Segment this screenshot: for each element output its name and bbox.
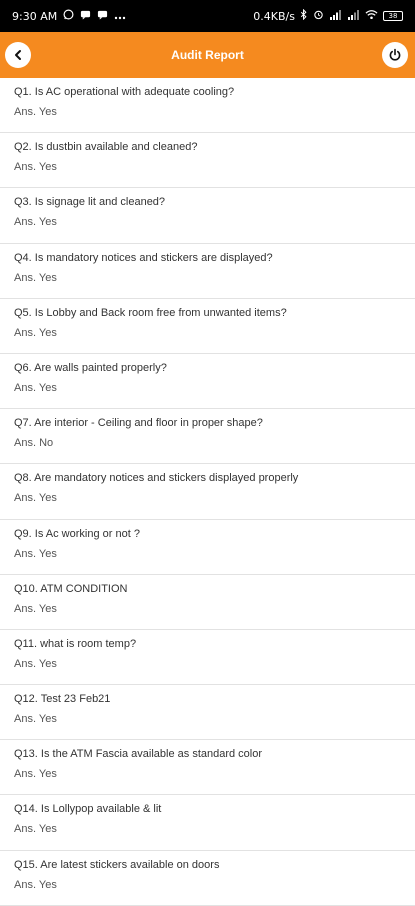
wifi-icon [365,9,378,23]
question-text: Q11. what is room temp? [14,637,137,650]
question-text: Q3. Is signage lit and cleaned? [14,196,166,209]
question-text: Q2. Is dustbin available and cleaned? [14,141,198,154]
answer-text: Ans. Yes [14,216,57,229]
list-item: Q11. what is room temp? Ans. Yes [0,630,415,686]
list-item: Q1. Is AC operational with adequate cool… [0,78,415,134]
back-arrow-icon [15,50,21,60]
list-item: Q10. ATM CONDITION Ans. Yes [0,575,415,630]
app-bar: Audit Report [0,32,415,78]
answer-text: Ans. Yes [14,106,57,118]
question-text: Q10. ATM CONDITION [14,582,128,595]
battery-icon: 38 [383,11,403,21]
question-text: Q4. Is mandatory notices and stickers ar… [14,251,273,264]
question-text: Q15. Are latest stickers available on do… [14,858,220,871]
more-notifications-icon [114,10,126,23]
message-icon-2 [97,9,108,23]
list-item: Q3. Is signage lit and cleaned? Ans. Yes [0,188,415,244]
list-item: Q15. Are latest stickers available on do… [0,851,415,906]
message-icon [80,9,91,23]
list-item: Q9. Is Ac working or not ? Ans. Yes [0,520,415,575]
list-item: Q14. Is Lollypop available & lit Ans. Ye… [0,795,415,851]
answer-text: Ans. Yes [14,768,57,781]
status-bar: 9:30 AM 0.4KB/s 38 [0,0,415,32]
question-text: Q8. Are mandatory notices and stickers d… [14,472,299,485]
answer-text: Ans. Yes [14,657,57,670]
question-text: Q12. Test 23 Feb21 [14,693,111,706]
signal-icon-2 [347,9,360,23]
question-text: Q9. Is Ac working or not ? [14,527,140,540]
alarm-icon [313,9,324,23]
answer-text: Ans. Yes [14,547,57,560]
logout-button[interactable] [382,42,408,68]
status-time: 9:30 AM [12,9,58,23]
list-item: Q2. Is dustbin available and cleaned? An… [0,133,415,189]
answer-text: Ans. Yes [14,326,57,339]
list-item: Q8. Are mandatory notices and stickers d… [0,464,415,520]
answer-text: Ans. Yes [14,713,57,726]
bluetooth-icon [300,8,308,23]
question-text: Q5. Is Lobby and Back room free from unw… [14,306,287,319]
answer-text: Ans. Yes [14,823,57,836]
whatsapp-icon [63,9,74,23]
back-button[interactable] [5,42,31,68]
list-item: Q6. Are walls painted properly? Ans. Yes [0,354,415,410]
page-title: Audit Report [171,48,244,62]
answer-text: Ans. Yes [14,161,57,174]
answer-text: Ans. Yes [14,381,57,394]
answer-text: Ans. Yes [14,602,57,615]
answer-text: Ans. Yes [14,271,57,284]
answer-text: Ans. Yes [14,492,57,505]
question-text: Q14. Is Lollypop available & lit [14,803,162,816]
power-icon [389,48,401,61]
list-item: Q7. Are interior - Ceiling and floor in … [0,409,415,465]
list-item: Q5. Is Lobby and Back room free from unw… [0,299,415,354]
audit-list: Q1. Is AC operational with adequate cool… [0,78,415,906]
answer-text: Ans. Yes [14,878,57,891]
question-text: Q13. Is the ATM Fascia available as stan… [14,748,263,761]
signal-icon [329,9,342,23]
question-text: Q6. Are walls painted properly? [14,361,167,374]
list-item: Q4. Is mandatory notices and stickers ar… [0,244,415,299]
question-text: Q7. Are interior - Ceiling and floor in … [14,417,263,430]
list-item: Q13. Is the ATM Fascia available as stan… [0,740,415,796]
network-speed: 0.4KB/s [253,9,295,23]
answer-text: Ans. No [14,437,54,450]
question-text: Q1. Is AC operational with adequate cool… [14,86,235,98]
list-item: Q12. Test 23 Feb21 Ans. Yes [0,685,415,741]
